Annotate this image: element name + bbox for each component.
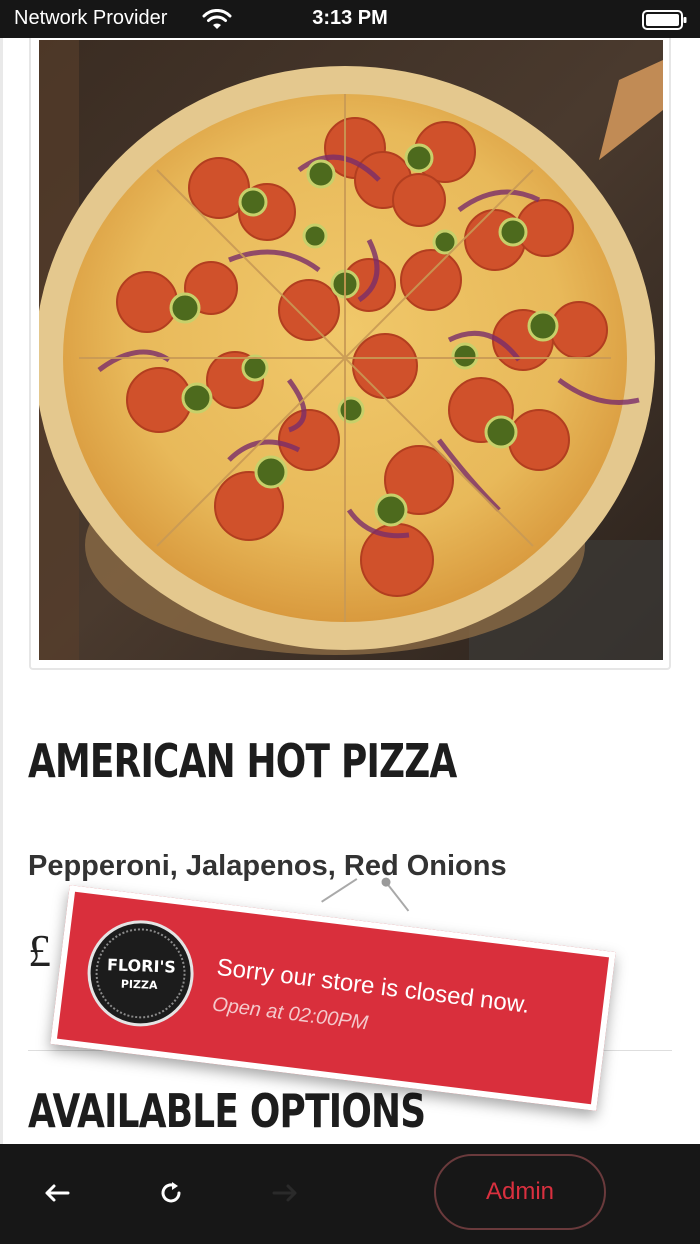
- product-page: AMERICAN HOT PIZZA Pepperoni, Jalapenos,…: [0, 38, 700, 1144]
- back-button[interactable]: [32, 1168, 82, 1218]
- product-title: AMERICAN HOT PIZZA: [28, 734, 457, 788]
- arrow-right-icon: [272, 1184, 297, 1202]
- product-description: Pepperoni, Jalapenos, Red Onions: [28, 850, 507, 882]
- product-price: £: [28, 925, 51, 976]
- forward-button[interactable]: [260, 1168, 310, 1218]
- banner-panel: FLORI'S PIZZA Sorry our store is closed …: [50, 885, 616, 1111]
- pizza-illustration: [39, 40, 663, 660]
- admin-button[interactable]: Admin: [434, 1154, 606, 1230]
- available-options-heading: AVAILABLE OPTIONS: [28, 1084, 426, 1138]
- arrow-left-icon: [45, 1184, 70, 1202]
- pizza-photo: [39, 40, 663, 660]
- product-image-card: [29, 38, 671, 670]
- logo-brand-text: FLORI'S: [106, 955, 177, 977]
- floris-pizza-logo: FLORI'S PIZZA: [81, 914, 200, 1033]
- battery-icon: [642, 10, 687, 30]
- reopen-time: Open at 02:00PM: [210, 993, 370, 1035]
- reload-icon: [161, 1182, 181, 1203]
- bottom-toolbar: Admin: [0, 1144, 700, 1244]
- reload-button[interactable]: [146, 1168, 196, 1218]
- banner-string-right: [385, 881, 410, 912]
- store-closed-banner: FLORI'S PIZZA Sorry our store is closed …: [50, 877, 616, 1111]
- status-time: 3:13 PM: [312, 7, 388, 29]
- page-edge: [0, 38, 3, 1144]
- status-bar: Network Provider 3:13 PM: [0, 0, 700, 38]
